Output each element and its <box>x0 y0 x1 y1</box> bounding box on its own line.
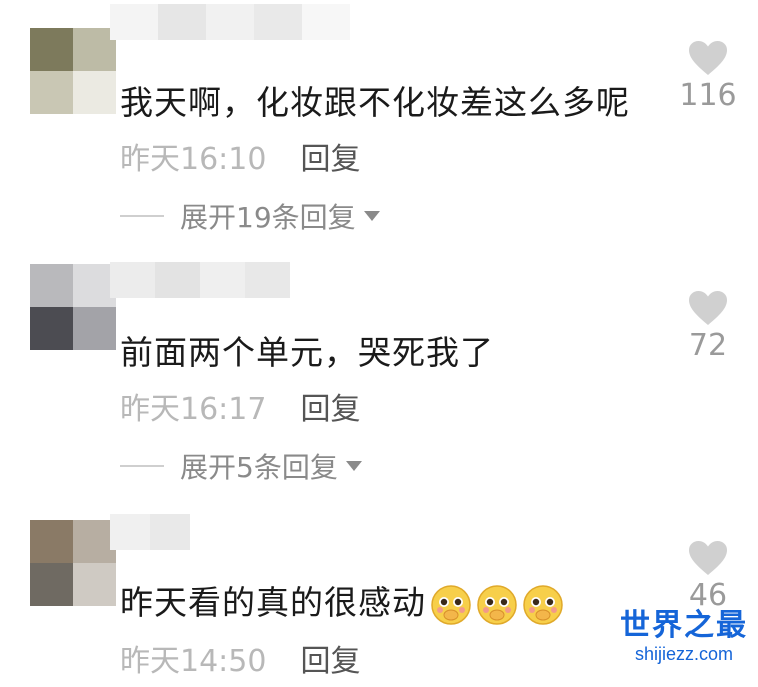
comment-meta: 昨天16:17 回复 <box>120 384 360 428</box>
avatar[interactable] <box>30 28 116 114</box>
comment-time: 昨天16:17 <box>120 392 267 427</box>
pleading-face-emoji-icon <box>523 584 563 625</box>
expand-replies-button[interactable]: 展开19条回复 <box>120 196 380 236</box>
comment-time: 昨天16:10 <box>120 142 267 177</box>
comment-text: 昨天看的真的很感动 <box>120 576 568 626</box>
emoji-group <box>430 584 568 626</box>
username[interactable] <box>110 514 190 550</box>
pleading-face-emoji-icon <box>477 584 517 625</box>
like-count: 116 <box>679 78 737 113</box>
expand-replies-label: 展开19条回复 <box>180 201 356 234</box>
reply-button[interactable]: 回复 <box>300 644 360 679</box>
like-button[interactable]: 116 <box>672 40 744 113</box>
comment-time: 昨天14:50 <box>120 644 267 679</box>
watermark-title: 世界之最 <box>620 609 748 642</box>
username[interactable] <box>110 262 290 298</box>
expand-replies-button[interactable]: 展开5条回复 <box>120 446 362 486</box>
like-button[interactable]: 72 <box>672 290 744 363</box>
watermark-url: shijiezz.com <box>634 644 734 664</box>
heart-icon <box>689 41 727 75</box>
comment-text: 前面两个单元，哭死我了 <box>120 333 494 372</box>
comment-text: 我天啊，化妆跟不化妆差这么多呢 <box>120 83 630 122</box>
username[interactable] <box>110 4 350 40</box>
heart-icon <box>689 291 727 325</box>
pleading-face-emoji-icon <box>431 584 471 625</box>
divider-dash <box>120 215 164 217</box>
expand-replies-label: 展开5条回复 <box>180 451 338 484</box>
like-count: 72 <box>688 328 728 363</box>
caret-down-icon <box>345 461 362 471</box>
avatar[interactable] <box>30 520 116 606</box>
reply-button[interactable]: 回复 <box>300 142 360 177</box>
comment-meta: 昨天16:10 回复 <box>120 134 360 178</box>
comment-meta: 昨天14:50 回复 <box>120 636 360 680</box>
watermark-logo: 世界之最 shijiezz.com <box>620 600 748 665</box>
avatar[interactable] <box>30 264 116 350</box>
reply-button[interactable]: 回复 <box>300 392 360 427</box>
heart-icon <box>689 541 727 575</box>
divider-dash <box>120 465 164 467</box>
caret-down-icon <box>363 211 380 221</box>
comment-text-content: 昨天看的真的很感动 <box>120 583 426 622</box>
